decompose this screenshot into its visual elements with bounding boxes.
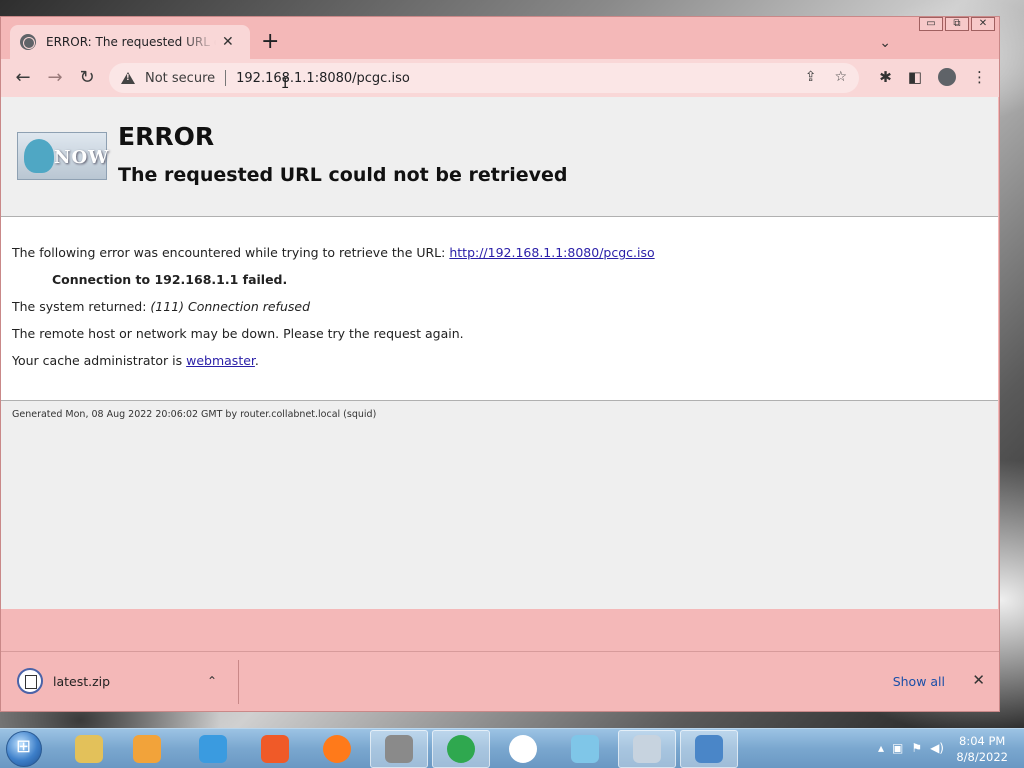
app-w-icon — [199, 735, 227, 763]
squid-mascot-icon — [24, 139, 54, 173]
zip-file-icon — [17, 668, 43, 694]
yandex-icon — [509, 735, 537, 763]
page-subtitle: The requested URL could not be retrieved — [118, 164, 568, 186]
connection-failed-line: Connection to 192.168.1.1 failed. — [52, 272, 288, 287]
tab-error[interactable]: ERROR: The requested URL could ✕ — [10, 25, 250, 59]
extensions-icon[interactable]: ✱ — [879, 68, 892, 86]
system-tray: ▴ ▣ ⚑ ◀) — [878, 741, 944, 755]
generated-footer: Generated Mon, 08 Aug 2022 20:06:02 GMT … — [1, 401, 998, 609]
system-returned-label: The system returned: — [12, 299, 151, 314]
taskbar-media-player-button[interactable] — [118, 730, 176, 768]
clock[interactable]: 8:04 PM 8/8/2022 — [956, 733, 1008, 765]
divider — [225, 70, 227, 86]
error-line-url-text: The following error was encountered whil… — [12, 245, 450, 260]
webmaster-link[interactable]: webmaster — [186, 353, 255, 368]
taskbar-yandex-button[interactable] — [494, 730, 552, 768]
volume-icon[interactable]: ◀) — [930, 741, 944, 755]
brave-icon — [261, 735, 289, 763]
profile-avatar[interactable] — [938, 68, 956, 86]
bookmark-star-icon[interactable]: ☆ — [834, 69, 847, 85]
control-panel-icon — [695, 735, 723, 763]
page-content: NOW ERROR The requested URL could not be… — [1, 97, 998, 609]
url-text[interactable]: 192.168.1.1:8080/pcgc.iso — [236, 71, 410, 86]
toolbar-actions: ✱ ◧ ⋮ — [879, 68, 987, 86]
network-icon[interactable]: ▣ — [892, 741, 903, 755]
tab-strip: ERROR: The requested URL could ✕ + ⌄ — [1, 17, 999, 59]
omnibox-actions: ⇪ ☆ — [805, 69, 847, 85]
disk-app-icon — [633, 735, 661, 763]
media-player-icon — [133, 735, 161, 763]
menu-icon[interactable]: ⋮ — [972, 68, 987, 86]
clock-date: 8/8/2022 — [956, 750, 1008, 764]
admin-line-text: Your cache administrator is — [12, 353, 187, 368]
logo-text: NOW — [54, 147, 110, 168]
file-explorer-icon — [75, 735, 103, 763]
browser-window: ▭ ⧉ ✕ ERROR: The requested URL could ✕ +… — [0, 16, 1000, 712]
show-hidden-icons-icon[interactable]: ▴ — [878, 741, 884, 755]
forward-button[interactable]: → — [43, 66, 67, 90]
security-label[interactable]: Not secure — [145, 71, 215, 86]
firefox-icon — [323, 735, 351, 763]
taskbar-notepad-button[interactable] — [556, 730, 614, 768]
download-item[interactable]: latest.zip — [17, 668, 110, 694]
show-all-button[interactable]: Show all — [893, 674, 945, 689]
admin-line-period: . — [254, 353, 259, 368]
share-icon[interactable]: ⇪ — [805, 69, 817, 85]
back-button[interactable]: ← — [11, 66, 35, 90]
requested-url-link[interactable]: http://192.168.1.1:8080/pcgc.iso — [449, 245, 654, 260]
system-returned-value: (111) Connection refused — [150, 299, 310, 314]
taskbar-brave-button[interactable] — [246, 730, 304, 768]
clock-time: 8:04 PM — [959, 734, 1006, 748]
error-header: NOW ERROR The requested URL could not be… — [1, 97, 998, 217]
raccoon-app-icon — [385, 735, 413, 763]
tab-title: ERROR: The requested URL could — [46, 35, 216, 49]
taskbar-firefox-button[interactable] — [308, 730, 366, 768]
reload-button[interactable]: ↻ — [75, 66, 99, 90]
side-panel-icon[interactable]: ◧ — [908, 68, 922, 86]
notepad-icon — [571, 735, 599, 763]
start-button[interactable] — [6, 731, 42, 767]
tab-search-icon[interactable]: ⌄ — [879, 35, 891, 51]
chrome-icon — [447, 735, 475, 763]
chevron-up-icon[interactable]: ⌃ — [207, 674, 217, 688]
admin-line: Your cache administrator is webmaster. — [12, 347, 987, 374]
flag-icon[interactable]: ⚑ — [911, 741, 922, 755]
taskbar-app-w-button[interactable] — [184, 730, 242, 768]
taskbar: ▴ ▣ ⚑ ◀) 8:04 PM 8/8/2022 — [0, 728, 1024, 768]
error-body: The following error was encountered whil… — [1, 217, 998, 401]
squid-logo: NOW — [17, 132, 110, 180]
taskbar-chrome-button[interactable] — [432, 730, 490, 768]
address-bar[interactable]: Not secure 192.168.1.1:8080/pcgc.iso ⇪ ☆ — [109, 63, 859, 93]
download-shelf: latest.zip ⌃ Show all ✕ — [1, 651, 999, 711]
globe-icon — [20, 34, 36, 50]
close-shelf-icon[interactable]: ✕ — [972, 671, 985, 689]
remote-host-line: The remote host or network may be down. … — [12, 326, 464, 341]
browser-toolbar: ← → ↻ Not secure 192.168.1.1:8080/pcgc.i… — [1, 59, 999, 97]
taskbar-file-explorer-button[interactable] — [60, 730, 118, 768]
system-returned-line: The system returned: (111) Connection re… — [12, 293, 987, 320]
new-tab-button[interactable]: + — [261, 31, 279, 53]
page-title: ERROR — [118, 122, 215, 151]
taskbar-disk-app-button[interactable] — [618, 730, 676, 768]
taskbar-raccoon-app-button[interactable] — [370, 730, 428, 768]
taskbar-control-panel-button[interactable] — [680, 730, 738, 768]
download-file-name[interactable]: latest.zip — [53, 674, 110, 689]
tab-close-icon[interactable]: ✕ — [222, 34, 234, 50]
shelf-divider — [238, 660, 239, 704]
warning-icon[interactable] — [121, 72, 135, 84]
error-line-url: The following error was encountered whil… — [12, 239, 987, 266]
text-cursor-icon: I — [281, 76, 290, 92]
